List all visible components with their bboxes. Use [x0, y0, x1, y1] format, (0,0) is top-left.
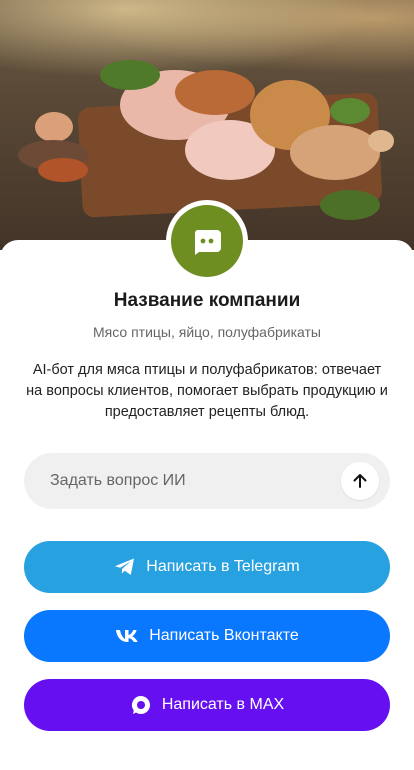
meat-piece: [175, 70, 255, 115]
vk-button-label: Написать Вконтакте: [149, 627, 299, 644]
telegram-icon: [115, 558, 135, 575]
herb: [100, 60, 160, 90]
telegram-button[interactable]: Написать в Telegram: [24, 541, 390, 593]
spice-bowl: [38, 158, 88, 182]
max-button[interactable]: Написать в MAX: [24, 679, 390, 731]
max-button-label: Написать в MAX: [161, 696, 285, 713]
ask-ai-bar: [24, 453, 390, 509]
herb: [330, 98, 370, 124]
company-subtitle: Мясо птицы, яйцо, полуфабрикаты: [93, 324, 321, 340]
egg: [35, 112, 73, 142]
vk-button[interactable]: Написать Вконтакте: [24, 610, 390, 662]
vk-icon: [116, 630, 138, 642]
company-title: Название компании: [113, 290, 301, 311]
egg: [368, 130, 394, 152]
ask-ai-input[interactable]: [48, 471, 341, 491]
avatar-circle: [171, 205, 243, 277]
chat-bot-icon: [194, 230, 221, 255]
meat-piece: [290, 125, 380, 180]
max-icon: [131, 696, 150, 714]
company-description: AI-бот для мяса птицы и полуфабрикатов: …: [26, 362, 388, 420]
herb: [320, 190, 380, 220]
avatar: [166, 200, 248, 282]
send-button[interactable]: [341, 462, 379, 500]
telegram-button-label: Написать в Telegram: [146, 558, 300, 575]
arrow-up-icon: [353, 474, 367, 488]
